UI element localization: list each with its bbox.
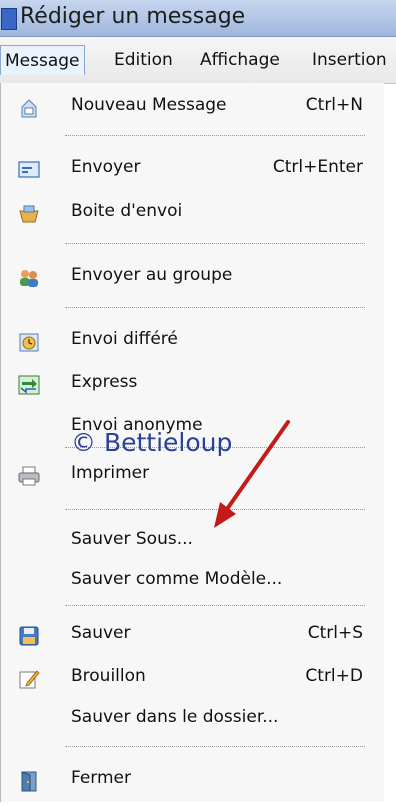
menu-item-sauver[interactable]: Sauver Ctrl+S [1, 613, 385, 653]
menu-separator [65, 307, 365, 308]
express-icon [17, 371, 41, 395]
menu-item-fermer[interactable]: Fermer [1, 758, 385, 798]
menu-message[interactable]: Message [0, 45, 85, 75]
menu-separator [65, 135, 365, 136]
menu-separator [65, 509, 365, 510]
menu-item-envoi-differe[interactable]: Envoi différé [1, 319, 385, 359]
group-icon [17, 264, 41, 287]
menu-separator [65, 243, 365, 244]
app-icon [1, 8, 17, 30]
menu-separator [65, 746, 365, 747]
window-title: Rédiger un message [20, 4, 246, 29]
menu-item-imprimer[interactable]: Imprimer [1, 453, 385, 493]
clock-icon [17, 328, 41, 352]
door-icon [17, 767, 41, 792]
menu-item-envoyer-groupe[interactable]: Envoyer au groupe [1, 255, 385, 295]
draft-icon [17, 665, 41, 689]
save-icon [17, 622, 41, 646]
menu-edition[interactable]: Edition [110, 45, 177, 75]
message-dropdown-menu: Nouveau Message Ctrl+N Envoyer Ctrl+Ente… [0, 83, 384, 802]
title-bar: Rédiger un message [0, 0, 396, 37]
menu-item-envoyer[interactable]: Envoyer Ctrl+Enter [1, 147, 385, 187]
menu-item-sauver-modele[interactable]: Sauver comme Modèle... [1, 559, 385, 599]
menu-item-express[interactable]: Express [1, 362, 385, 402]
outbox-icon [17, 200, 41, 223]
menu-item-nouveau-message[interactable]: Nouveau Message Ctrl+N [1, 85, 385, 125]
menu-item-brouillon[interactable]: Brouillon Ctrl+D [1, 656, 385, 696]
menu-item-sauver-sous[interactable]: Sauver Sous... [1, 519, 385, 559]
new-message-icon [17, 94, 41, 118]
printer-icon [17, 462, 41, 486]
menu-insertion[interactable]: Insertion [308, 45, 391, 75]
menu-affichage[interactable]: Affichage [196, 45, 284, 75]
menu-separator [65, 605, 365, 606]
menu-item-boite-envoi[interactable]: Boite d'envoi [1, 191, 385, 231]
menu-item-sauver-dossier[interactable]: Sauver dans le dossier... [1, 697, 385, 737]
watermark-text: © Bettieloup [71, 428, 233, 457]
menu-bar: Message Edition Affichage Insertion [0, 37, 396, 84]
send-icon [17, 156, 41, 178]
